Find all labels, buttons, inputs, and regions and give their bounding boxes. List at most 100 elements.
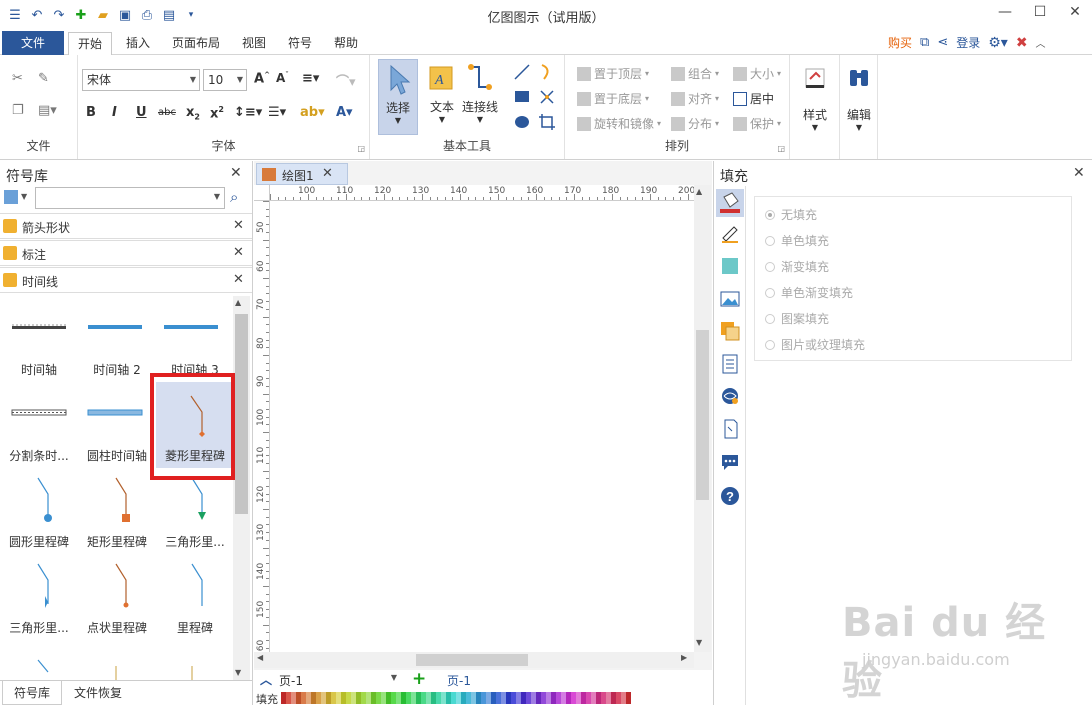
tab-page-layout[interactable]: 页面布局 [166,32,226,55]
fill-option-gradient[interactable]: 渐变填充 [765,258,829,275]
shape-timeline-2[interactable]: 时间轴 2 [78,296,156,382]
rectangle-tool-icon[interactable] [513,88,531,106]
line-spacing-icon[interactable]: ↕≡▾ [234,105,262,120]
shape-triangle-milestone-2[interactable]: 三角形里... [0,554,78,640]
login-link[interactable]: 登录 [956,34,980,51]
font-name-select[interactable]: 宋体 ▼ [82,69,200,91]
text-tool-button[interactable]: A 文本 ▼ [422,59,462,124]
shape-timeline[interactable]: 时间轴 [0,296,78,382]
size-button[interactable]: 大小 ▾ [733,65,781,82]
new-file-icon[interactable]: ✚ [72,6,90,24]
align-button[interactable]: 对齐 ▾ [671,90,719,107]
shape-milestone[interactable]: 里程碑 [156,554,232,640]
shape-split-timeline[interactable]: 分割条时... [0,382,78,468]
fill-bucket-icon[interactable] [716,189,744,217]
library-row-callout[interactable]: 标注 ✕ [0,240,252,266]
rotate-mirror-button[interactable]: 旋转和镜像 ▾ [577,115,661,132]
layer-icon[interactable] [720,321,740,341]
scrollbar-thumb[interactable] [416,654,528,666]
fill-option-mono-gradient[interactable]: 单色渐变填充 [765,284,853,301]
tab-symbol[interactable]: 符号 [280,32,320,55]
crop-tool-icon[interactable] [538,113,556,131]
image-icon[interactable] [720,289,740,309]
symbol-search-input[interactable]: ▼ [35,187,225,209]
text-effect-icon[interactable]: ⌒▾ [336,71,356,90]
font-dialog-launcher-icon[interactable]: ◲ [357,144,365,153]
library-row-arrow-shapes[interactable]: 箭头形状 ✕ [0,213,252,239]
add-page-icon[interactable]: + [412,669,426,689]
comment-icon[interactable] [720,452,740,472]
canvas-horizontal-scrollbar[interactable]: ◀ ▶ [254,652,694,668]
hyperlink-globe-icon[interactable] [720,386,740,406]
font-color-icon[interactable]: A▾ [336,105,353,120]
line-style-icon[interactable] [720,224,740,244]
strikethrough-icon[interactable]: abc [158,107,176,118]
arc-tool-icon[interactable] [538,63,556,81]
plugin-icon[interactable]: ✖ [1016,35,1028,51]
tab-home[interactable]: 开始 [68,32,112,56]
style-button[interactable]: 样式 ▼ [795,65,835,132]
shape-dot-milestone[interactable]: 点状里程碑 [78,554,156,640]
ellipse-tool-icon[interactable] [513,113,531,131]
superscript-icon[interactable]: x2 [210,105,224,121]
scroll-left-icon[interactable]: ◀ [257,653,263,662]
bold-icon[interactable]: B [86,105,96,120]
save-icon[interactable]: ▣ [116,6,134,24]
library-row-timeline[interactable]: 时间线 ✕ [0,267,252,293]
protect-button[interactable]: 保护 ▾ [733,115,781,132]
subscript-icon[interactable]: x2 [186,105,200,122]
tab-file-recovery[interactable]: 文件恢复 [66,681,130,705]
scroll-down-icon[interactable]: ▼ [696,638,702,647]
shape-gallery-scrollbar[interactable]: ▲ ▼ [233,296,250,681]
library-close-icon[interactable]: ✕ [233,218,244,233]
color-swatch[interactable] [626,692,631,704]
redo-icon[interactable]: ↷ [50,6,68,24]
symbol-library-close-icon[interactable]: ✕ [230,165,242,181]
shape-timeline-3[interactable]: 时间轴 3 [156,296,232,382]
document-tab[interactable]: 绘图1 ✕ [256,163,348,185]
highlight-color-icon[interactable]: ab▾ [300,105,325,120]
shape-triangle-milestone[interactable]: 三角形里... [156,468,232,554]
cross-point-tool-icon[interactable] [538,88,556,106]
library-manager-icon[interactable] [4,190,18,204]
page-select[interactable]: 页-1 ▼ [279,672,399,688]
copy-icon[interactable]: ❐ [12,103,24,118]
shape-cylinder-timeline[interactable]: 圆柱时间轴 [78,382,156,468]
edit-button[interactable]: 编辑 ▼ [840,65,878,132]
current-page-tab[interactable]: 页-1 [447,672,471,689]
library-manager-dropdown-icon[interactable]: ▼ [21,192,27,201]
grow-font-icon[interactable]: A^ [254,71,270,86]
drawing-page[interactable] [270,201,694,653]
scrollbar-thumb[interactable] [696,330,709,500]
print-icon[interactable]: ⎙ [138,6,156,24]
format-painter-icon[interactable]: ✎ [38,71,49,86]
share-icon[interactable]: ⋖ [937,35,948,50]
group-button[interactable]: 组合 ▾ [671,65,719,82]
fill-panel-close-icon[interactable]: ✕ [1073,165,1085,181]
library-close-icon[interactable]: ✕ [233,272,244,287]
canvas-vertical-scrollbar[interactable]: ▲ ▼ [694,185,711,652]
maximize-button[interactable]: ☐ [1025,2,1055,22]
font-size-select[interactable]: 10 ▼ [203,69,247,91]
document-tab-close-icon[interactable]: ✕ [322,166,333,181]
settings-gear-icon[interactable]: ⚙▾ [988,35,1008,51]
attachment-icon[interactable] [720,419,740,439]
select-tool-button[interactable]: 选择 ▼ [378,59,418,135]
scroll-up-icon[interactable]: ▲ [696,187,702,196]
shape-circle-milestone[interactable]: 圆形里程碑 [0,468,78,554]
buy-link[interactable]: 购买 [888,34,912,51]
shrink-font-icon[interactable]: Aˇ [276,71,289,85]
tab-insert[interactable]: 插入 [118,32,158,55]
file-menu[interactable]: 文件 [2,31,64,55]
italic-icon[interactable]: I [112,105,117,120]
fill-option-picture[interactable]: 图片或纹理填充 [765,336,865,353]
undo-icon[interactable]: ↶ [28,6,46,24]
bring-to-front-button[interactable]: 置于顶层 ▾ [577,65,649,82]
shadow-icon[interactable] [720,256,740,276]
color-swatches[interactable] [281,692,631,704]
send-to-back-button[interactable]: 置于底层 ▾ [577,90,649,107]
library-close-icon[interactable]: ✕ [233,245,244,260]
scroll-up-icon[interactable]: ▲ [235,298,241,307]
tab-symbol-library[interactable]: 符号库 [2,681,62,705]
connector-tool-button[interactable]: 连接线 ▼ [458,59,502,124]
